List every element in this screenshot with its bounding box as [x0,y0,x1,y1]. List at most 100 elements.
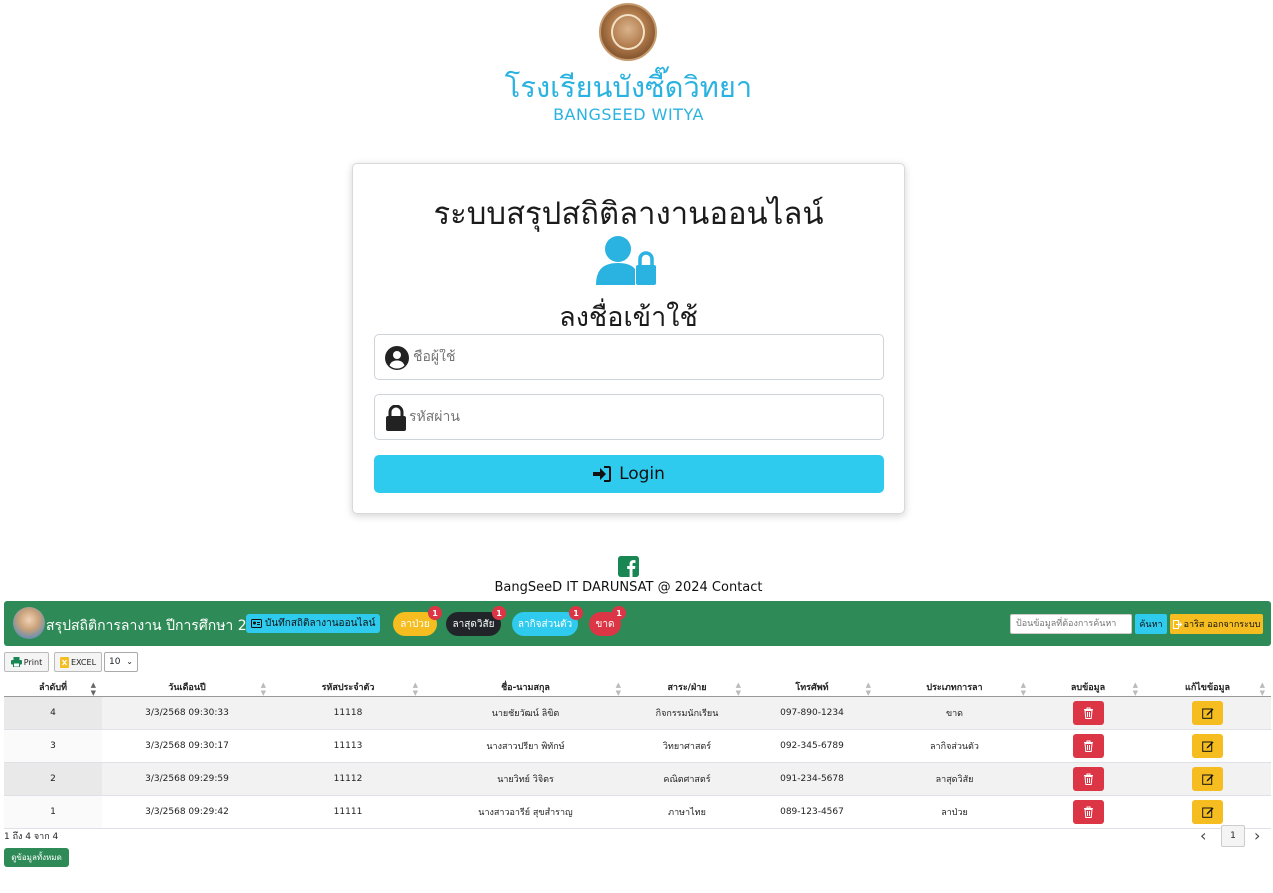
delete-button[interactable] [1072,734,1104,758]
emergency-leave-pill[interactable]: ลาสุดวิสัย 1 [446,606,506,636]
print-label: Print [23,657,43,667]
record-leave-label: บันทึกสถิติลางานออนไลน์ [265,618,376,629]
col-header[interactable]: ลำดับที่ ▲ ▼ [4,678,102,697]
view-all-button[interactable]: ดูข้อมูลทั้งหมด [4,848,69,867]
cell-dept: ภาษาไทย [627,795,747,829]
logout-label: อาริส ออกจากระบบ [1183,620,1261,630]
emergency-leave-count: 1 [492,606,506,620]
stats-navbar: สรุปสถิติการลางาน ปีการศึกษา 2568 บันทึก… [4,601,1271,646]
sort-desc-icon: ▲ ▼ [90,681,96,697]
col-header[interactable]: โทรศัพท์ ▲ ▼ [747,678,877,697]
cell-name: นางสาวปรียา พิทักษ์ [424,729,627,763]
col-header[interactable]: รหัสประจำตัว ▲ ▼ [272,678,424,697]
username-input[interactable] [413,349,853,365]
login-button[interactable]: Login [374,455,884,493]
sort-icon: ▲ ▼ [1020,681,1026,697]
cell-edit [1144,696,1271,730]
table-row: 3 3/3/2568 09:30:17 11113 นางสาวปรียา พิ… [4,729,1271,763]
col-header-label: ลบข้อมูล [1070,683,1106,693]
sort-icon: ▲ ▼ [412,681,418,697]
trash-icon [1083,806,1093,818]
delete-button[interactable] [1072,767,1104,791]
cell-edit [1144,795,1271,829]
absent-count: 1 [612,606,626,620]
cell-id: 11111 [272,795,424,829]
login-heading: ลงชื่อเข้าใช้ [559,302,698,333]
cell-type: ลากิจส่วนตัว [877,729,1032,763]
print-button[interactable]: Print [4,652,49,672]
cell-dept: กิจกรรมนักเรียน [627,696,747,730]
table-row: 4 3/3/2568 09:30:33 11118 นายชัยวัฒน์ ลิ… [4,696,1271,730]
sign-in-icon [593,466,612,482]
col-header[interactable]: แก้ไขข้อมูล ▲ ▼ [1144,678,1271,697]
password-field[interactable] [374,394,884,440]
facebook-icon[interactable] [618,556,639,577]
username-field[interactable] [374,334,884,380]
col-header[interactable]: สาระ/ฝ่าย ▲ ▼ [627,678,747,697]
cell-date: 3/3/2568 09:29:59 [102,762,272,796]
col-header-label: ประเภทการลา [926,683,983,693]
record-leave-button[interactable]: บันทึกสถิติลางานออนไลน์ [246,614,381,633]
edit-button[interactable] [1192,800,1223,824]
password-input[interactable] [409,409,849,425]
col-header[interactable]: ลบข้อมูล ▲ ▼ [1032,678,1144,697]
cell-date: 3/3/2568 09:30:17 [102,729,272,763]
cell-type: ลาป่วย [877,795,1032,829]
sort-icon: ▲ ▼ [1132,681,1138,697]
personal-leave-pill[interactable]: ลากิจส่วนตัว 1 [512,606,583,636]
table-row: 2 3/3/2568 09:29:59 11112 นายวิทย์ วิจิต… [4,762,1271,796]
cell-delete [1032,762,1144,796]
sort-icon: ▲ ▼ [260,681,266,697]
page-1-button[interactable]: 1 [1221,825,1245,847]
cell-edit [1144,762,1271,796]
school-logo [599,3,657,61]
excel-file-icon [59,656,69,668]
col-header-label: วันเดือนปี [168,683,206,693]
edit-button[interactable] [1192,701,1223,725]
sort-icon: ▲ ▼ [1259,681,1265,697]
search-button[interactable]: ค้นหา [1135,614,1167,634]
col-header[interactable]: ชื่อ-นามสกุล ▲ ▼ [424,678,627,697]
sign-out-icon [1172,619,1182,629]
personal-leave-label: ลากิจส่วนตัว [517,618,573,630]
cell-type: ขาด [877,696,1032,730]
cell-no: 4 [4,696,102,730]
lock-icon [386,405,406,431]
table-info: 1 ถึง 4 จาก 4 [4,832,59,842]
sick-leave-pill[interactable]: ลาป่วย 1 [393,606,442,636]
col-header[interactable]: วันเดือนปี ▲ ▼ [102,678,272,697]
absent-pill[interactable]: ขาด 1 [589,606,626,636]
cell-id: 11118 [272,696,424,730]
cell-phone: 097-890-1234 [747,696,877,730]
edit-button[interactable] [1192,734,1223,758]
prev-page-button[interactable]: ‹ [1200,826,1206,845]
col-header[interactable]: ประเภทการลา ▲ ▼ [877,678,1032,697]
navbar-brand: สรุปสถิติการลางาน ปีการศึกษา 2568 [46,618,274,634]
edit-button[interactable] [1192,767,1223,791]
search-input[interactable] [1010,614,1132,634]
cell-date: 3/3/2568 09:29:42 [102,795,272,829]
personal-leave-count: 1 [569,606,583,620]
excel-button[interactable]: EXCEL [54,652,102,672]
delete-button[interactable] [1072,701,1104,725]
page-length-value: 10 [109,657,121,667]
trash-icon [1083,773,1093,785]
cell-id: 11112 [272,762,424,796]
col-header-label: สาระ/ฝ่าย [667,683,707,693]
printer-icon [10,657,22,667]
sort-icon: ▲ ▼ [865,681,871,697]
cell-delete [1032,696,1144,730]
cell-dept: คณิตศาสตร์ [627,762,747,796]
sick-leave-label: ลาป่วย [400,618,430,630]
cell-phone: 089-123-4567 [747,795,877,829]
school-name-en: BANGSEED WITYA [553,105,704,124]
next-page-button[interactable]: › [1254,826,1260,845]
edit-icon [1201,807,1213,818]
trash-icon [1083,740,1093,752]
col-header-label: แก้ไขข้อมูล [1185,683,1230,693]
chevron-down-icon: ⌄ [126,657,133,666]
delete-button[interactable] [1072,800,1104,824]
logout-button[interactable]: อาริส ออกจากระบบ [1170,614,1263,634]
page-length-select[interactable]: 10 ⌄ [104,652,138,672]
cell-date: 3/3/2568 09:30:33 [102,696,272,730]
